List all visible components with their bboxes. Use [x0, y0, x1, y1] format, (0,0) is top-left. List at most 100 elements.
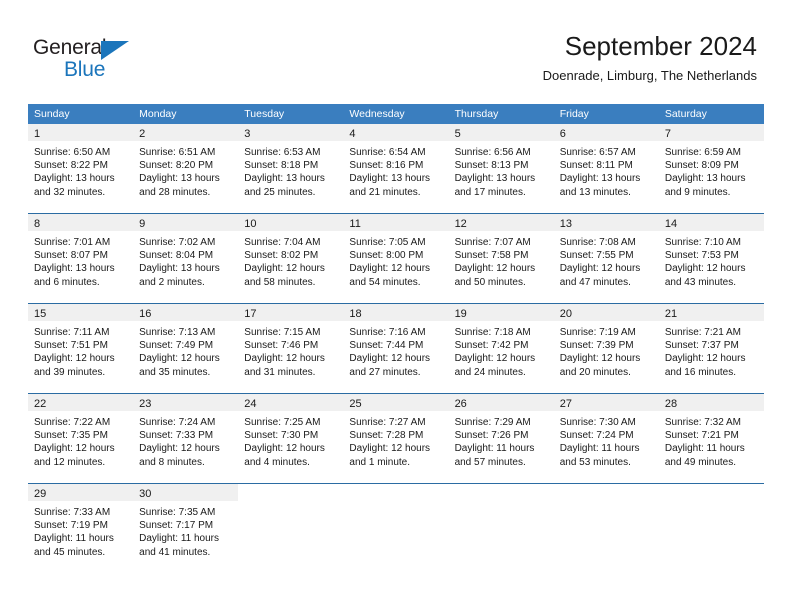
day-detail-line: Sunset: 8:18 PM [244, 160, 319, 172]
weekday-header-friday: Friday [559, 108, 589, 120]
day-cell-20[interactable]: 20 Sunrise: 7:19 AM Sunset: 7:39 PM Dayligh… [553, 304, 659, 393]
day-detail-line: and 54 minutes. [349, 276, 421, 288]
day-cell-17[interactable]: 17 Sunrise: 7:15 AM Sunset: 7:46 PM Dayligh… [238, 304, 344, 393]
day-cell-8[interactable]: 8 Sunrise: 7:01 AM Sunset: 8:07 PM Daylight… [28, 214, 134, 303]
general-blue-logo[interactable]: General Blue [33, 36, 153, 84]
day-detail-line: Sunrise: 7:35 AM [139, 507, 216, 518]
day-cell-details: Sunrise: 7:18 AM Sunset: 7:42 PM Daylight:… [449, 321, 554, 379]
calendar-week-row: 15 Sunrise: 7:11 AM Sunset: 7:51 PM Dayligh… [28, 303, 764, 393]
day-detail-line: and 24 minutes. [454, 366, 526, 378]
day-cell-14[interactable]: 14 Sunrise: 7:10 AM Sunset: 7:53 PM Dayligh… [658, 214, 764, 303]
day-cell-27[interactable]: 27 Sunrise: 7:30 AM Sunset: 7:24 PM Dayligh… [553, 394, 659, 483]
day-detail-line: Sunrise: 7:25 AM [244, 417, 321, 428]
day-number-band: 25 [343, 394, 449, 411]
day-cell-details: Sunrise: 7:22 AM Sunset: 7:35 PM Daylight:… [28, 411, 133, 469]
day-number: 28 [664, 398, 678, 410]
day-cell-details: Sunrise: 7:27 AM Sunset: 7:28 PM Daylight:… [343, 411, 448, 469]
day-cell-details [554, 501, 659, 506]
day-number-band: 10 [238, 214, 344, 231]
day-cell-details: Sunrise: 7:13 AM Sunset: 7:49 PM Daylight:… [133, 321, 238, 379]
day-cell-7[interactable]: 7 Sunrise: 6:59 AM Sunset: 8:09 PM Daylight… [658, 124, 764, 213]
day-detail-line: Daylight: 12 hours [244, 263, 325, 275]
day-cell-18[interactable]: 18 Sunrise: 7:16 AM Sunset: 7:44 PM Dayligh… [343, 304, 449, 393]
day-detail-line: and 13 minutes. [559, 186, 631, 198]
day-detail-line: Sunset: 7:49 PM [139, 340, 214, 352]
day-number-band: 30 [133, 484, 239, 501]
day-cell-6[interactable]: 6 Sunrise: 6:57 AM Sunset: 8:11 PM Daylight… [553, 124, 659, 213]
day-cell-30[interactable]: 30 Sunrise: 7:35 AM Sunset: 7:17 PM Dayligh… [133, 484, 239, 573]
day-detail-line: Sunset: 7:21 PM [664, 430, 739, 442]
day-cell-2[interactable]: 2 Sunrise: 6:51 AM Sunset: 8:20 PM Daylight… [133, 124, 239, 213]
day-number-band: 2 [133, 124, 239, 141]
day-detail-line: Sunrise: 7:01 AM [34, 237, 111, 248]
day-cell-29[interactable]: 29 Sunrise: 7:33 AM Sunset: 7:19 PM Dayligh… [28, 484, 134, 573]
day-detail-line: Sunrise: 6:54 AM [349, 147, 426, 158]
day-detail-line: Sunset: 7:55 PM [559, 250, 634, 262]
day-cell-13[interactable]: 13 Sunrise: 7:08 AM Sunset: 7:55 PM Dayligh… [553, 214, 659, 303]
day-cell-3[interactable]: 3 Sunrise: 6:53 AM Sunset: 8:18 PM Daylight… [238, 124, 344, 213]
day-number: 15 [34, 308, 47, 320]
day-number-band: 29 [28, 484, 134, 501]
day-number: 6 [559, 128, 566, 140]
day-cell-22[interactable]: 22 Sunrise: 7:22 AM Sunset: 7:35 PM Dayligh… [28, 394, 134, 483]
day-number: 10 [244, 218, 257, 230]
weekday-header-thursday: Thursday [454, 108, 499, 120]
day-cell-25[interactable]: 25 Sunrise: 7:27 AM Sunset: 7:28 PM Dayligh… [343, 394, 449, 483]
day-cell-23[interactable]: 23 Sunrise: 7:24 AM Sunset: 7:33 PM Dayligh… [133, 394, 239, 483]
day-detail-line: Sunset: 7:17 PM [139, 520, 214, 532]
day-detail-line: Sunrise: 6:50 AM [34, 147, 111, 158]
day-detail-line: Sunset: 7:35 PM [34, 430, 108, 442]
day-cell-details: Sunrise: 7:33 AM Sunset: 7:19 PM Daylight:… [28, 501, 133, 559]
day-number: 2 [139, 128, 146, 140]
day-detail-line: Sunrise: 7:15 AM [244, 327, 321, 338]
day-cell-details: Sunrise: 7:35 AM Sunset: 7:17 PM Daylight:… [133, 501, 238, 559]
day-detail-line: Sunset: 8:11 PM [559, 160, 633, 172]
day-cell-24[interactable]: 24 Sunrise: 7:25 AM Sunset: 7:30 PM Dayligh… [238, 394, 344, 483]
weekday-header-sunday: Sunday [34, 108, 70, 120]
day-detail-line: Daylight: 12 hours [349, 263, 431, 275]
day-number-band: 5 [448, 124, 554, 141]
day-cell-5[interactable]: 5 Sunrise: 6:56 AM Sunset: 8:13 PM Daylight… [448, 124, 554, 213]
day-cell-16[interactable]: 16 Sunrise: 7:13 AM Sunset: 7:49 PM Dayligh… [133, 304, 239, 393]
day-cell-empty [448, 484, 554, 573]
day-cell-21[interactable]: 21 Sunrise: 7:21 AM Sunset: 7:37 PM Dayligh… [658, 304, 764, 393]
day-number-band: 13 [553, 214, 659, 231]
day-detail-line: Sunset: 8:02 PM [244, 250, 319, 262]
day-detail-line: Sunrise: 7:04 AM [244, 237, 321, 248]
day-cell-1[interactable]: 1 Sunrise: 6:50 AM Sunset: 8:22 PM Daylight… [28, 124, 134, 213]
day-number: 18 [349, 308, 362, 320]
day-detail-line: Sunset: 8:13 PM [454, 160, 529, 172]
day-detail-line: and 53 minutes. [559, 456, 631, 468]
day-number-band [553, 484, 659, 501]
day-cell-10[interactable]: 10 Sunrise: 7:04 AM Sunset: 8:02 PM Dayligh… [238, 214, 344, 303]
day-number: 7 [664, 128, 671, 140]
day-detail-line: and 16 minutes. [664, 366, 737, 378]
day-detail-line: Sunset: 7:19 PM [34, 520, 108, 532]
day-detail-line: Daylight: 13 hours [139, 263, 220, 275]
day-cell-9[interactable]: 9 Sunrise: 7:02 AM Sunset: 8:04 PM Daylight… [133, 214, 239, 303]
title-block: September 2024 Doenrade, Limburg, The Ne… [543, 30, 757, 84]
day-detail-line: Sunset: 7:58 PM [454, 250, 529, 262]
day-cell-4[interactable]: 4 Sunrise: 6:54 AM Sunset: 8:16 PM Daylight… [343, 124, 449, 213]
day-cell-12[interactable]: 12 Sunrise: 7:07 AM Sunset: 7:58 PM Dayligh… [448, 214, 554, 303]
day-detail-line: and 32 minutes. [34, 186, 106, 198]
day-detail-line: Sunrise: 7:30 AM [559, 417, 636, 428]
day-detail-line: Sunrise: 7:18 AM [454, 327, 531, 338]
day-cell-19[interactable]: 19 Sunrise: 7:18 AM Sunset: 7:42 PM Dayligh… [448, 304, 554, 393]
day-detail-line: and 58 minutes. [244, 276, 316, 288]
day-detail-line: Daylight: 12 hours [664, 353, 746, 365]
day-cell-details: Sunrise: 6:53 AM Sunset: 8:18 PM Daylight:… [238, 141, 343, 199]
day-number: 13 [559, 218, 572, 230]
day-cell-28[interactable]: 28 Sunrise: 7:32 AM Sunset: 7:21 PM Dayligh… [658, 394, 764, 483]
day-detail-line: and 45 minutes. [34, 546, 106, 558]
day-detail-line: Daylight: 13 hours [454, 173, 536, 185]
day-cell-26[interactable]: 26 Sunrise: 7:29 AM Sunset: 7:26 PM Dayligh… [448, 394, 554, 483]
page-title: September 2024 [564, 31, 757, 61]
day-cell-11[interactable]: 11 Sunrise: 7:05 AM Sunset: 8:00 PM Dayligh… [343, 214, 449, 303]
day-detail-line: Daylight: 12 hours [34, 443, 115, 455]
day-detail-line: Sunrise: 7:22 AM [34, 417, 111, 428]
day-cell-15[interactable]: 15 Sunrise: 7:11 AM Sunset: 7:51 PM Dayligh… [28, 304, 134, 393]
day-number: 22 [34, 398, 47, 410]
day-cell-details: Sunrise: 6:50 AM Sunset: 8:22 PM Daylight:… [28, 141, 133, 199]
day-detail-line: Daylight: 11 hours [139, 533, 219, 545]
